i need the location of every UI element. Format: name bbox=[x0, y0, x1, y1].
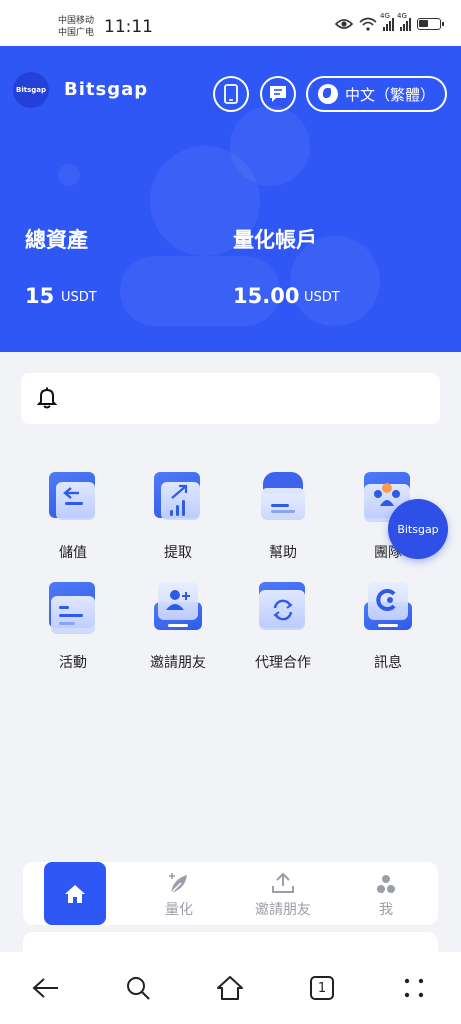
grid-label: 幫助 bbox=[269, 545, 297, 561]
carrier-1: 中国移动 bbox=[58, 16, 95, 26]
menu-dots-icon bbox=[404, 978, 424, 998]
home-outline-icon bbox=[217, 976, 243, 1000]
quant-icon bbox=[169, 873, 187, 894]
message-icon bbox=[364, 582, 412, 630]
bell-icon bbox=[37, 387, 57, 409]
grid-item-deposit[interactable]: 儲值 bbox=[33, 472, 113, 562]
status-time: 11:11 bbox=[104, 17, 153, 37]
home-nav-button[interactable] bbox=[214, 972, 246, 1004]
grid-label: 儲值 bbox=[59, 545, 87, 561]
language-selector[interactable]: 中文（繁體） bbox=[306, 76, 447, 112]
network-type-2: 4G bbox=[397, 12, 407, 20]
grid-item-agency[interactable]: 代理合作 bbox=[243, 582, 323, 672]
grid-item-invite[interactable]: 邀請朋友 bbox=[138, 582, 218, 672]
hero-panel: Bitsgap Bitsgap 中文（繁體） 總資產 15 USDT 量化帳戶 … bbox=[0, 46, 461, 352]
status-bar: 中国移动 中国广电 11:11 4G 4G bbox=[0, 0, 461, 46]
total-assets-label: 總資產 bbox=[25, 228, 88, 252]
quant-account-label: 量化帳戶 bbox=[233, 228, 317, 252]
eye-icon bbox=[335, 19, 353, 29]
upload-icon bbox=[272, 872, 294, 893]
battery-icon bbox=[417, 18, 444, 30]
brand-logo[interactable]: Bitsgap bbox=[13, 72, 49, 108]
menu-button[interactable] bbox=[398, 972, 430, 1004]
tab-quant-label: 量化 bbox=[165, 902, 193, 918]
language-label: 中文（繁體） bbox=[345, 85, 436, 104]
search-icon bbox=[127, 977, 150, 1000]
quant-account-unit: USDT bbox=[304, 290, 340, 305]
signal-icon: 4G bbox=[380, 12, 394, 31]
tabs-button[interactable]: 1 bbox=[306, 972, 338, 1004]
grid-item-withdraw[interactable]: 提取 bbox=[138, 472, 218, 562]
grid-item-messages[interactable]: 訊息 bbox=[348, 582, 428, 672]
globe-icon bbox=[318, 84, 338, 104]
total-assets-unit: USDT bbox=[61, 290, 97, 305]
tab-me[interactable]: 我 bbox=[334, 862, 438, 925]
search-button[interactable] bbox=[122, 972, 154, 1004]
grid-label: 活動 bbox=[59, 655, 87, 671]
decor-dot bbox=[58, 164, 80, 186]
phone-button[interactable] bbox=[213, 76, 249, 112]
activity-icon bbox=[49, 582, 97, 634]
tab-quant[interactable]: 量化 bbox=[127, 862, 231, 925]
quant-account-value: 15.00 bbox=[233, 284, 300, 308]
grid-label: 訊息 bbox=[374, 655, 402, 671]
home-icon bbox=[65, 884, 85, 903]
grid-label: 提取 bbox=[164, 545, 192, 561]
message-button[interactable] bbox=[260, 76, 296, 112]
invite-icon bbox=[154, 582, 202, 630]
notice-bar[interactable] bbox=[21, 373, 440, 424]
signal-icon-2: 4G bbox=[397, 12, 411, 31]
carrier-info: 中国移动 中国广电 bbox=[58, 15, 94, 39]
message-icon bbox=[270, 86, 286, 102]
tabs-count: 1 bbox=[310, 976, 334, 1000]
phone-icon bbox=[224, 84, 238, 104]
carrier-2: 中国广电 bbox=[58, 28, 95, 38]
decor-circle bbox=[230, 106, 310, 186]
deposit-icon bbox=[49, 472, 97, 520]
tab-invite-label: 邀請朋友 bbox=[255, 902, 311, 918]
user-icon bbox=[377, 875, 395, 893]
status-icons: 4G 4G bbox=[335, 12, 444, 31]
grid-label: 代理合作 bbox=[255, 655, 311, 671]
withdraw-icon bbox=[154, 472, 202, 520]
grid-item-help[interactable]: 幫助 bbox=[243, 472, 323, 562]
floating-bitsgap-button[interactable]: Bitsgap bbox=[388, 499, 448, 559]
network-type-1: 4G bbox=[380, 12, 390, 20]
tab-invite[interactable]: 邀請朋友 bbox=[231, 862, 335, 925]
app-name: Bitsgap bbox=[64, 79, 149, 100]
wifi-icon bbox=[359, 17, 377, 31]
agency-icon bbox=[259, 582, 307, 630]
grid-item-activity[interactable]: 活動 bbox=[33, 582, 113, 672]
back-button[interactable] bbox=[30, 972, 62, 1004]
bottom-tab-bar: 量化 邀請朋友 我 bbox=[23, 862, 438, 925]
total-assets-value: 15 bbox=[25, 284, 55, 308]
tab-me-label: 我 bbox=[379, 902, 393, 918]
back-arrow-icon bbox=[32, 978, 58, 998]
system-nav-bar: 1 bbox=[0, 952, 461, 1024]
tab-home[interactable] bbox=[44, 862, 106, 925]
help-icon bbox=[259, 472, 307, 520]
grid-label: 邀請朋友 bbox=[150, 655, 206, 671]
